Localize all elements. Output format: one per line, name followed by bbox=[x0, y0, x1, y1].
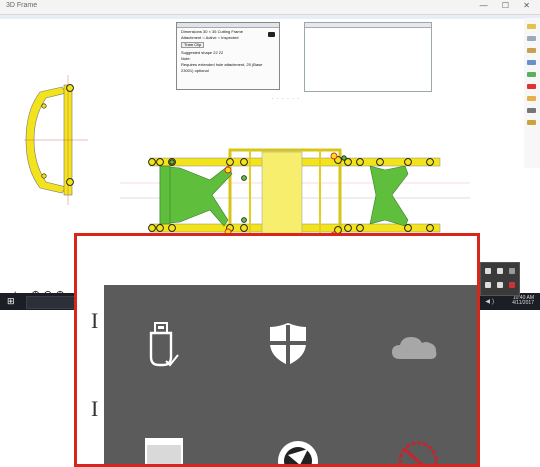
tool-check-icon[interactable] bbox=[527, 72, 536, 77]
panel-header bbox=[177, 23, 279, 28]
chassis-plan bbox=[148, 148, 441, 244]
shield-mini-icon[interactable] bbox=[497, 268, 503, 274]
window-controls[interactable]: — ☐ ✕ bbox=[480, 1, 536, 10]
tray-overflow-flyout bbox=[480, 262, 520, 296]
title-bar: 3D Frame — ☐ ✕ bbox=[0, 0, 540, 15]
attachment-line[interactable]: Attachment ○ Active ○ Inspected bbox=[181, 36, 239, 40]
compass-icon[interactable] bbox=[274, 435, 322, 464]
tool-settings-icon[interactable] bbox=[527, 108, 536, 113]
camera-icon[interactable] bbox=[268, 32, 275, 37]
onedrive-cloud-icon[interactable] bbox=[390, 331, 440, 361]
window-title: 3D Frame bbox=[6, 2, 38, 9]
dimensions-line: Dimensions 30 × 35 Cutting Frame bbox=[181, 29, 243, 34]
toolbar-strip bbox=[0, 15, 540, 19]
calendar-mini-icon[interactable] bbox=[485, 282, 491, 288]
windows-start-icon[interactable]: ⊞ bbox=[7, 297, 16, 306]
compass-mini-icon[interactable] bbox=[497, 282, 503, 288]
side-view-frame bbox=[24, 75, 88, 205]
zoom-inset: I I bbox=[74, 233, 480, 467]
blocked-icon[interactable] bbox=[394, 435, 442, 464]
blocked-mini-icon[interactable] bbox=[509, 282, 515, 288]
tool-layers-icon[interactable] bbox=[527, 120, 536, 125]
notes-header bbox=[305, 23, 431, 28]
tool-open-icon[interactable] bbox=[527, 48, 536, 53]
right-toolbar bbox=[524, 18, 540, 168]
tool-delete-icon[interactable] bbox=[527, 84, 536, 89]
note-label: Note: bbox=[181, 56, 191, 61]
clock[interactable]: 10:40 AM 4/11/2017 bbox=[512, 296, 534, 306]
usb-drive-icon[interactable] bbox=[146, 319, 180, 371]
note-text-1: Requires extended hole attachment, 25 (B… bbox=[181, 62, 263, 67]
zoom-left-label-2: I bbox=[91, 396, 99, 421]
tray-flyout-zoomed bbox=[104, 285, 477, 464]
suggested-shape-line: Suggested shape 22 22 bbox=[181, 50, 224, 55]
tool-print-icon[interactable] bbox=[527, 60, 536, 65]
windows-defender-shield-icon[interactable] bbox=[268, 321, 308, 367]
cloud-mini-icon[interactable] bbox=[509, 268, 515, 274]
tool-save-icon[interactable] bbox=[527, 36, 536, 41]
usb-mini-icon[interactable] bbox=[485, 268, 491, 274]
tool-warning-icon[interactable] bbox=[527, 96, 536, 101]
tool-folder-icon[interactable] bbox=[527, 24, 536, 29]
calendar-icon[interactable] bbox=[144, 435, 184, 464]
tram-clip-button[interactable]: Tram Clip bbox=[181, 42, 205, 48]
clock-date: 4/11/2017 bbox=[512, 300, 534, 306]
zoom-left-label-1: I bbox=[91, 308, 99, 333]
